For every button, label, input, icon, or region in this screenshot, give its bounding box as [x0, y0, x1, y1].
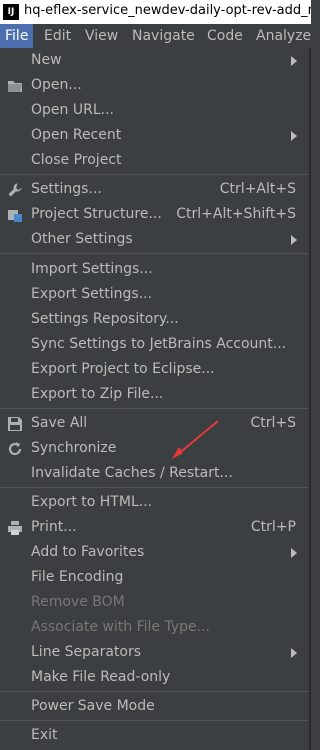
annotation-arrow-icon [172, 420, 219, 459]
